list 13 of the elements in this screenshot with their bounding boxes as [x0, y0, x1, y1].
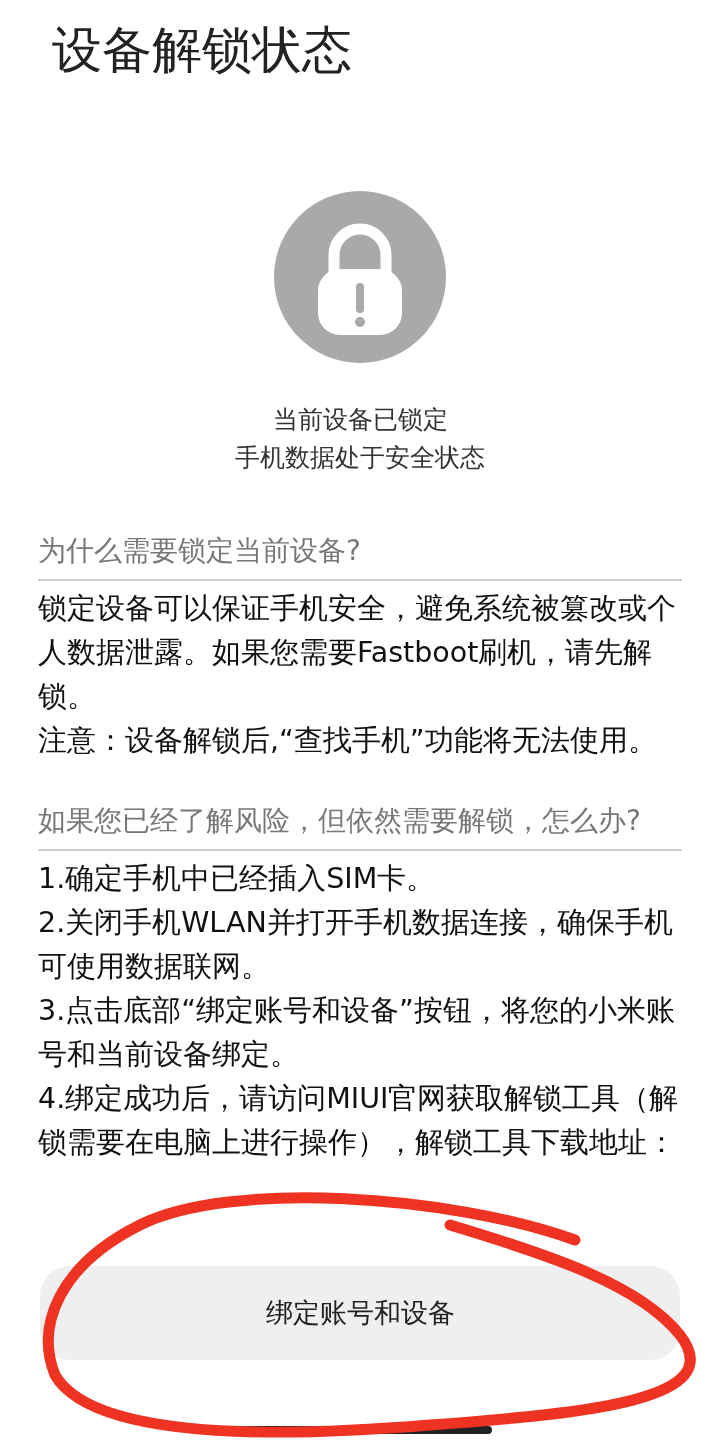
body-text: 注意：设备解锁后,“查找手机”功能将无法使用。: [38, 723, 658, 759]
bind-account-button[interactable]: 绑定账号和设备: [40, 1266, 680, 1360]
page-title: 设备解锁状态: [51, 20, 353, 81]
body-text: 1.确定手机中已经插入SIM卡。: [38, 861, 437, 897]
body-text: 3.点击底部“绑定账号和设备”按钮，将您的小米账号和当前设备绑定。: [38, 993, 676, 1073]
body-text: 4.绑定成功后，请访问MIUI官网获取解锁工具（解锁需要在电脑上进行操作），解锁工具下载地址：: [38, 1081, 680, 1161]
status-text: 当前设备已锁定: [272, 404, 448, 436]
body-text: 锁定设备可以保证手机安全，避免系统被篡改或个人数据泄露。如果您需要Fastboot刷机，请先解锁。: [38, 591, 677, 715]
section-heading: 为什么需要锁定当前设备?: [38, 529, 682, 581]
section-heading: 如果您已经了解风险，但依然需要解锁，怎么办?: [38, 799, 682, 851]
status-text: 手机数据处于安全状态: [235, 442, 485, 474]
lock-icon: [274, 191, 446, 363]
body-text: 2.关闭手机WLAN并打开手机数据连接，确保手机可使用数据联网。: [38, 905, 674, 985]
